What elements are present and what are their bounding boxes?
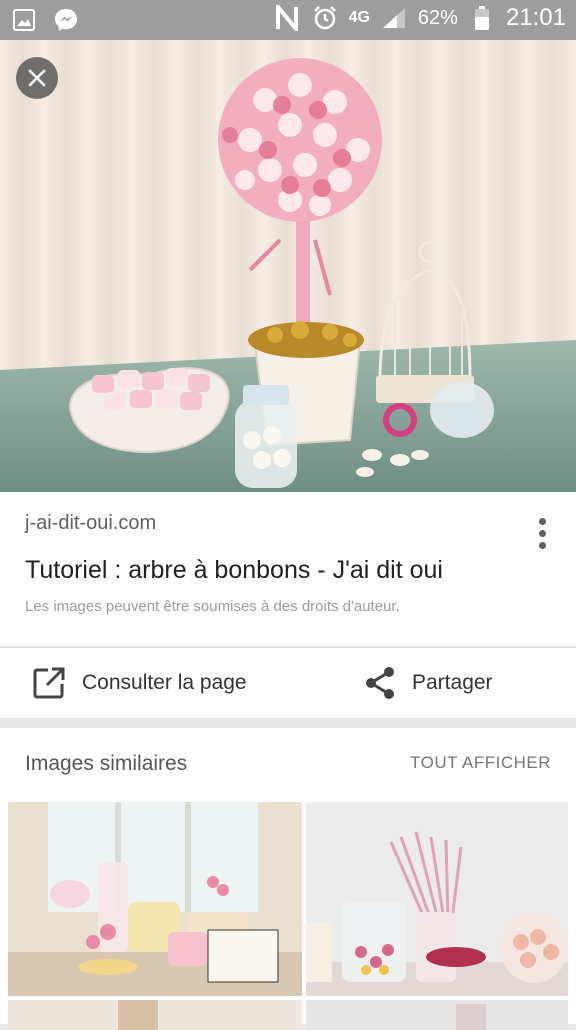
similar-images-section: Images similaires TOUT AFFICHER (0, 728, 576, 1030)
signal-icon (380, 4, 408, 32)
close-button[interactable] (16, 57, 58, 99)
similar-image-thumbnail[interactable] (306, 802, 568, 996)
share-button[interactable]: Partager (364, 648, 493, 718)
source-domain[interactable]: j-ai-dit-oui.com (25, 512, 156, 535)
copyright-notice: Les images peuvent être soumises à des d… (25, 598, 400, 615)
similar-image-thumbnail[interactable] (8, 1000, 302, 1030)
gallery-icon (10, 6, 38, 34)
close-icon (28, 69, 46, 87)
nfc-icon (273, 4, 301, 32)
messenger-icon (52, 6, 80, 34)
action-bar: Consulter la page Partager (0, 647, 576, 718)
share-label: Partager (412, 671, 493, 694)
clock: 21:01 (505, 4, 566, 31)
status-bar: 4G 62% 21:01 (0, 0, 576, 40)
more-options-button[interactable] (530, 516, 554, 552)
share-icon (366, 667, 394, 699)
alarm-icon (311, 4, 339, 32)
similar-image-thumbnail[interactable] (306, 1000, 568, 1030)
network-type: 4G (348, 9, 370, 26)
open-external-icon (33, 667, 65, 699)
more-vert-icon (539, 518, 546, 525)
result-info-card: j-ai-dit-oui.com Tutoriel : arbre à bonb… (0, 492, 576, 646)
main-image[interactable] (0, 40, 576, 492)
show-all-button[interactable]: TOUT AFFICHER (410, 753, 551, 773)
result-title[interactable]: Tutoriel : arbre à bonbons - J'ai dit ou… (25, 556, 443, 585)
similar-image-thumbnail[interactable] (8, 802, 302, 996)
visit-page-label: Consulter la page (82, 671, 247, 694)
battery-icon (468, 4, 496, 32)
battery-percent: 62% (417, 6, 458, 29)
similar-images-heading: Images similaires (25, 752, 188, 775)
visit-page-button[interactable]: Consulter la page (32, 648, 247, 718)
